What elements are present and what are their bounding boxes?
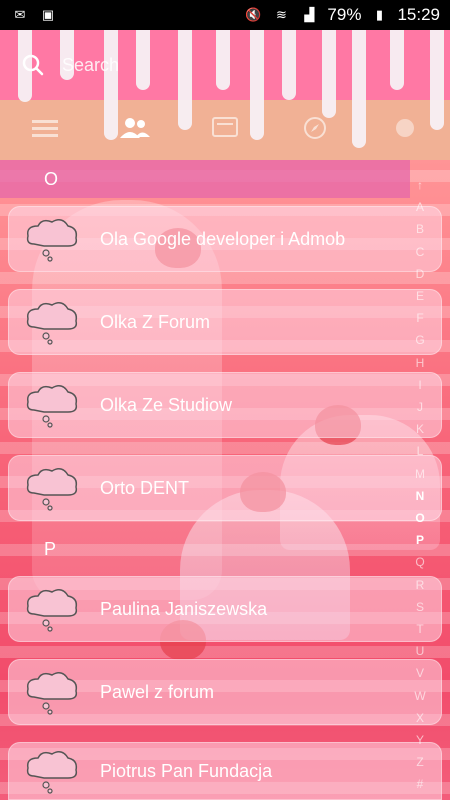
cloud-avatar-icon bbox=[22, 583, 82, 635]
status-bar: ✉ ▣ 🔇 ≋ ▟ 79% ▮ 15:29 bbox=[0, 0, 450, 30]
contact-row[interactable]: Orto DENT bbox=[8, 455, 442, 521]
clock: 15:29 bbox=[397, 5, 440, 24]
contact-name: Paulina Janiszewska bbox=[100, 598, 268, 619]
contact-row[interactable]: Piotrus Pan Fundacja bbox=[8, 742, 442, 800]
tab-contacts[interactable] bbox=[90, 100, 180, 160]
wifi-icon: ≋ bbox=[275, 7, 287, 22]
image-icon: ▣ bbox=[41, 7, 55, 22]
cloud-avatar-icon bbox=[22, 296, 82, 348]
alphabet-letter[interactable]: Z bbox=[412, 751, 428, 773]
alphabet-letter[interactable]: N bbox=[412, 485, 428, 507]
alphabet-letter[interactable]: W bbox=[412, 685, 428, 707]
contact-row[interactable]: Olka Z Forum bbox=[8, 289, 442, 355]
mail-icon: ✉ bbox=[14, 7, 26, 22]
alphabet-letter[interactable]: I bbox=[412, 374, 428, 396]
alphabet-letter[interactable]: K bbox=[412, 418, 428, 440]
search-bar bbox=[0, 30, 450, 100]
alphabet-letter[interactable]: X bbox=[412, 707, 428, 729]
contact-name: Olka Z Forum bbox=[100, 311, 211, 332]
alphabet-index[interactable]: ↑ A B C D E F G H I J K L M N O P Q R S T U V W X Y Z # bbox=[412, 174, 428, 796]
signal-icon: ▟ bbox=[304, 7, 315, 22]
section-header-o: O bbox=[0, 160, 410, 198]
menu-icon bbox=[32, 118, 58, 143]
cloud-avatar-icon bbox=[22, 745, 82, 797]
alphabet-letter[interactable]: G bbox=[412, 329, 428, 351]
contact-name: Piotrus Pan Fundacja bbox=[100, 760, 273, 781]
section-letter: O bbox=[44, 168, 59, 189]
compass-icon bbox=[303, 116, 327, 145]
alphabet-letter[interactable]: D bbox=[412, 263, 428, 285]
contact-row[interactable]: Ola Google developer i Admob bbox=[8, 206, 442, 272]
message-icon bbox=[212, 116, 238, 144]
alphabet-letter[interactable]: H bbox=[412, 352, 428, 374]
alphabet-letter[interactable]: ↑ bbox=[412, 174, 428, 196]
alphabet-letter[interactable]: Y bbox=[412, 729, 428, 751]
tab-bar bbox=[0, 100, 450, 160]
contact-name: Ola Google developer i Admob bbox=[100, 228, 346, 249]
battery-percent: 79% bbox=[327, 5, 362, 24]
alphabet-letter[interactable]: J bbox=[412, 396, 428, 418]
contact-name: Orto DENT bbox=[100, 477, 190, 498]
alphabet-letter[interactable]: S bbox=[412, 596, 428, 618]
alphabet-letter[interactable]: F bbox=[412, 307, 428, 329]
alphabet-letter[interactable]: B bbox=[412, 218, 428, 240]
mute-icon: 🔇 bbox=[245, 7, 262, 22]
alphabet-letter[interactable]: A bbox=[412, 196, 428, 218]
alphabet-letter[interactable]: U bbox=[412, 640, 428, 662]
tab-messages[interactable] bbox=[180, 100, 270, 160]
search-icon[interactable] bbox=[22, 54, 44, 76]
app-header bbox=[0, 30, 450, 160]
contact-name: Olka Ze Studiow bbox=[100, 394, 233, 415]
contact-row[interactable]: Olka Ze Studiow bbox=[8, 372, 442, 438]
search-input[interactable] bbox=[60, 53, 404, 77]
cloud-avatar-icon bbox=[22, 666, 82, 718]
tab-compass[interactable] bbox=[270, 100, 360, 160]
alphabet-letter[interactable]: O bbox=[412, 507, 428, 529]
alphabet-letter[interactable]: # bbox=[412, 773, 428, 795]
favorites-icon bbox=[393, 116, 417, 145]
alphabet-letter[interactable]: V bbox=[412, 662, 428, 684]
alphabet-letter[interactable]: C bbox=[412, 241, 428, 263]
contact-row[interactable]: Pawel z forum bbox=[8, 659, 442, 725]
tab-favorites[interactable] bbox=[360, 100, 450, 160]
tab-menu[interactable] bbox=[0, 100, 90, 160]
cloud-avatar-icon bbox=[22, 213, 82, 265]
cloud-avatar-icon bbox=[22, 379, 82, 431]
section-letter: P bbox=[44, 538, 57, 559]
battery-icon: ▮ bbox=[375, 7, 384, 22]
alphabet-letter[interactable]: M bbox=[412, 463, 428, 485]
section-header-p: P bbox=[0, 530, 410, 568]
contact-row[interactable]: Paulina Janiszewska bbox=[8, 576, 442, 642]
alphabet-letter[interactable]: P bbox=[412, 529, 428, 551]
alphabet-letter[interactable]: L bbox=[412, 440, 428, 462]
contacts-icon bbox=[120, 117, 150, 144]
contact-name: Pawel z forum bbox=[100, 681, 215, 702]
cloud-avatar-icon bbox=[22, 462, 82, 514]
alphabet-letter[interactable]: Q bbox=[412, 551, 428, 573]
alphabet-letter[interactable]: R bbox=[412, 574, 428, 596]
alphabet-letter[interactable]: E bbox=[412, 285, 428, 307]
alphabet-letter[interactable]: T bbox=[412, 618, 428, 640]
